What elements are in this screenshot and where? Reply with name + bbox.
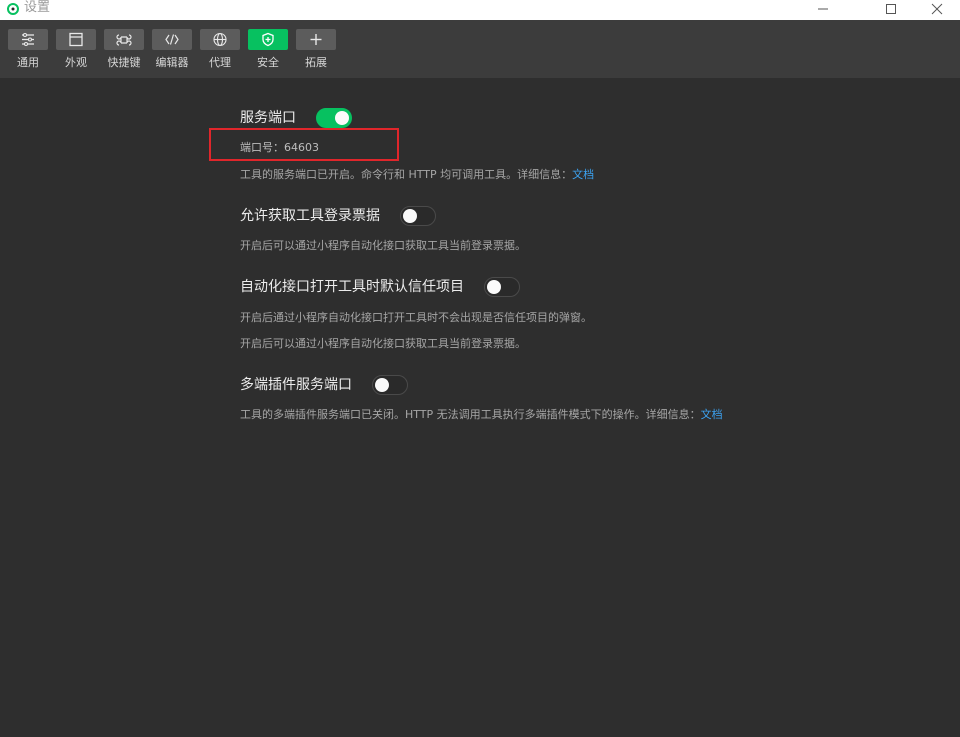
login-ticket-title: 允许获取工具登录票据 bbox=[240, 208, 380, 224]
port-highlight-box bbox=[209, 128, 399, 161]
tab-appearance[interactable]: 外观 bbox=[56, 29, 96, 77]
service-port-docs-link[interactable]: 文档 bbox=[572, 168, 594, 181]
service-port-toggle[interactable] bbox=[316, 108, 352, 128]
trust-project-description: 开启后通过小程序自动化接口打开工具时不会出现是否信任项目的弹窗。 bbox=[240, 311, 592, 324]
multi-plugin-desc-text: 工具的多端插件服务端口已关闭。HTTP 无法调用工具执行多端插件模式下的操作。详… bbox=[240, 408, 701, 421]
trust-project-title: 自动化接口打开工具时默认信任项目 bbox=[240, 279, 464, 295]
tab-appearance-label: 外观 bbox=[65, 56, 87, 69]
tab-shortcuts[interactable]: 快捷键 bbox=[104, 29, 144, 77]
tab-security[interactable]: 安全 bbox=[248, 29, 288, 77]
tab-general[interactable]: 通用 bbox=[8, 29, 48, 77]
maximize-icon bbox=[886, 4, 896, 14]
plus-icon bbox=[310, 34, 322, 45]
sliders-icon bbox=[22, 32, 34, 47]
toggle-knob bbox=[487, 280, 501, 294]
toggle-knob bbox=[375, 378, 389, 392]
toggle-knob bbox=[403, 209, 417, 223]
service-port-description: 工具的服务端口已开启。命令行和 HTTP 均可调用工具。详细信息：文档 bbox=[240, 168, 594, 182]
command-icon bbox=[116, 34, 132, 46]
tab-editor[interactable]: 编辑器 bbox=[152, 29, 192, 77]
service-port-desc-text: 工具的服务端口已开启。命令行和 HTTP 均可调用工具。详细信息： bbox=[240, 168, 573, 181]
minimize-icon bbox=[818, 8, 828, 10]
title-bar: 设置 bbox=[0, 0, 960, 20]
tab-extensions-label: 拓展 bbox=[305, 56, 327, 69]
multi-plugin-title: 多端插件服务端口 bbox=[240, 377, 352, 393]
service-port-title: 服务端口 bbox=[240, 110, 296, 126]
trust-project-toggle[interactable] bbox=[484, 277, 520, 297]
layout-icon bbox=[69, 32, 83, 47]
multi-plugin-toggle[interactable] bbox=[372, 375, 408, 395]
app-logo-icon bbox=[7, 3, 19, 15]
toggle-knob bbox=[335, 111, 349, 125]
tab-shortcuts-label: 快捷键 bbox=[107, 56, 141, 69]
trust-project-description-2: 开启后可以通过小程序自动化接口获取工具当前登录票据。 bbox=[240, 337, 526, 350]
login-ticket-description: 开启后可以通过小程序自动化接口获取工具当前登录票据。 bbox=[240, 239, 526, 252]
tab-security-label: 安全 bbox=[257, 56, 279, 69]
tab-extensions[interactable]: 拓展 bbox=[296, 29, 336, 77]
login-ticket-toggle[interactable] bbox=[400, 206, 436, 226]
maximize-button[interactable] bbox=[868, 0, 914, 20]
multi-plugin-description: 工具的多端插件服务端口已关闭。HTTP 无法调用工具执行多端插件模式下的操作。详… bbox=[240, 408, 723, 422]
settings-toolbar: 通用 外观 快捷键 编辑器 代理 安全 拓展 bbox=[0, 20, 960, 78]
shield-icon bbox=[262, 32, 274, 47]
tab-general-label: 通用 bbox=[17, 56, 39, 69]
tab-proxy[interactable]: 代理 bbox=[200, 29, 240, 77]
multi-plugin-docs-link[interactable]: 文档 bbox=[701, 408, 723, 421]
globe-icon bbox=[213, 32, 227, 47]
minimize-button[interactable] bbox=[800, 0, 846, 20]
tab-editor-label: 编辑器 bbox=[155, 56, 189, 69]
close-button[interactable] bbox=[914, 0, 960, 20]
code-icon bbox=[165, 34, 179, 45]
window-title: 设置 bbox=[24, 0, 51, 15]
close-icon bbox=[931, 3, 943, 15]
tab-proxy-label: 代理 bbox=[209, 56, 231, 69]
